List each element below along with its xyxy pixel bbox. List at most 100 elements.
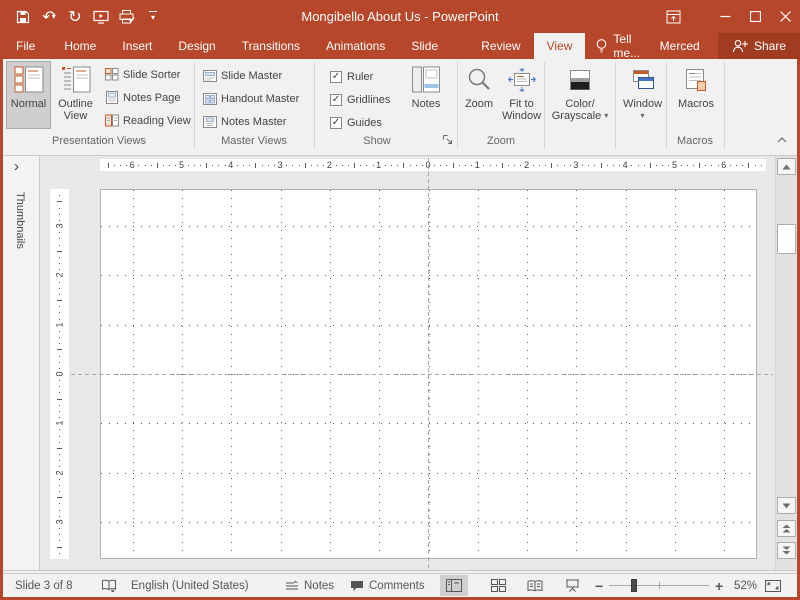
ruler-tick xyxy=(613,165,614,166)
ruler-tick xyxy=(59,417,60,418)
notes-master-icon xyxy=(203,116,217,128)
ruler-tick xyxy=(126,165,127,166)
ruler-tick xyxy=(59,528,60,529)
ruler-tick xyxy=(57,448,62,449)
tab-slide-show[interactable]: Slide Show xyxy=(398,33,468,59)
reading-view-button[interactable]: Reading View xyxy=(102,110,191,131)
ruler-checkbox[interactable]: ✓ xyxy=(330,71,342,83)
fit-to-window-button[interactable]: Fit to Window xyxy=(499,61,544,129)
status-reading-view-button[interactable] xyxy=(521,575,549,596)
tab-animations[interactable]: Animations xyxy=(313,33,398,59)
undo-button[interactable]: ↶▾ xyxy=(36,4,62,30)
notes-toggle-button[interactable]: Notes xyxy=(285,574,334,597)
status-normal-view-button[interactable] xyxy=(440,575,468,596)
fit-slide-to-window-button[interactable] xyxy=(765,574,781,597)
ruler-tick xyxy=(631,165,632,166)
window-button[interactable]: Window ▾ xyxy=(619,61,666,129)
zoom-percent[interactable]: 52% xyxy=(734,574,757,597)
ruler-tick xyxy=(446,165,447,166)
tell-me-label: Tell me... xyxy=(613,32,643,60)
scroll-up-button[interactable] xyxy=(777,158,796,175)
notes-page-button[interactable]: Notes Page xyxy=(102,87,180,108)
ruler-tick xyxy=(705,165,706,166)
ruler-tick xyxy=(323,165,324,166)
outline-view-button[interactable]: Outline View xyxy=(52,61,99,129)
notes-page-icon xyxy=(105,91,119,104)
slide-sorter-button[interactable]: Slide Sorter xyxy=(102,64,180,85)
share-button[interactable]: Share xyxy=(718,33,800,59)
close-button[interactable] xyxy=(770,0,800,33)
guides-checkbox[interactable]: ✓ xyxy=(330,117,342,129)
thumbnails-pane-label[interactable]: Thumbnails xyxy=(14,192,26,249)
ribbon-display-options-button[interactable] xyxy=(658,0,688,33)
zoom-slider-track[interactable] xyxy=(609,585,709,586)
thumbnails-pane-collapsed: › Thumbnails xyxy=(3,156,40,570)
ruler-tick xyxy=(373,165,374,166)
status-slideshow-button[interactable] xyxy=(558,575,586,596)
undo-dropdown-caret-icon[interactable]: ▾ xyxy=(52,12,56,21)
slide-master-icon xyxy=(203,70,217,82)
maximize-button[interactable] xyxy=(740,0,770,33)
vertical-guide[interactable] xyxy=(428,158,429,568)
slide-master-button[interactable]: Slide Master xyxy=(200,65,282,86)
tab-file[interactable]: File xyxy=(0,33,51,59)
customize-qat-button[interactable]: ▾ xyxy=(140,4,166,30)
gridlines-checkbox[interactable]: ✓ xyxy=(330,94,342,106)
ruler-tick xyxy=(249,165,250,166)
horizontal-ruler[interactable]: 6543210123456 xyxy=(100,159,766,171)
ruler-tick xyxy=(440,165,441,166)
zoom-in-button[interactable]: + xyxy=(715,574,723,597)
account-name[interactable]: Merced Fl... xyxy=(652,33,714,59)
ruler-tick xyxy=(508,165,509,166)
language-status[interactable]: English (United States) xyxy=(131,574,249,597)
zoom-button[interactable]: Zoom xyxy=(460,61,498,129)
scrollbar-thumb[interactable] xyxy=(777,224,796,254)
previous-slide-icon xyxy=(782,524,791,533)
tab-view[interactable]: View xyxy=(534,33,586,59)
fit-to-window-icon xyxy=(507,65,537,95)
minimize-button[interactable] xyxy=(710,0,740,33)
tab-review[interactable]: Review xyxy=(468,33,533,59)
status-bar: Slide 3 of 8 English (United States) Not… xyxy=(3,574,797,597)
guides-checkbox-row[interactable]: ✓ Guides xyxy=(330,113,382,133)
ruler-tick xyxy=(336,165,337,166)
redo-button[interactable]: ↻ xyxy=(62,4,88,30)
comments-toggle-button[interactable]: Comments xyxy=(350,574,425,597)
ruler-tick xyxy=(681,165,682,166)
vertical-ruler[interactable]: 3210123 xyxy=(50,189,69,559)
vertical-scrollbar[interactable] xyxy=(775,156,797,570)
notes-master-button[interactable]: Notes Master xyxy=(200,111,286,132)
ruler-tick xyxy=(545,165,546,166)
macros-button[interactable]: Macros xyxy=(670,61,722,129)
zoom-out-button[interactable]: − xyxy=(595,574,603,597)
ruler-tick xyxy=(59,516,60,517)
tab-transitions[interactable]: Transitions xyxy=(229,33,313,59)
spellcheck-status-button[interactable] xyxy=(101,574,117,597)
start-from-beginning-button[interactable] xyxy=(88,4,114,30)
ruler-tick xyxy=(59,362,60,363)
previous-slide-button[interactable] xyxy=(777,520,796,537)
save-button[interactable] xyxy=(10,4,36,30)
scroll-down-button[interactable] xyxy=(777,497,796,514)
notes-button[interactable]: Notes xyxy=(405,61,447,129)
collapse-ribbon-button[interactable] xyxy=(773,133,791,147)
print-preview-button[interactable] xyxy=(114,4,140,30)
horizontal-guide[interactable] xyxy=(71,374,773,375)
gridlines-checkbox-row[interactable]: ✓ Gridlines xyxy=(330,90,390,110)
tab-design[interactable]: Design xyxy=(165,33,228,59)
tab-insert[interactable]: Insert xyxy=(109,33,165,59)
ruler-tick xyxy=(120,165,121,166)
ruler-checkbox-row[interactable]: ✓ Ruler xyxy=(330,67,373,87)
color-grayscale-button[interactable]: Color/ Grayscale ▾ xyxy=(548,61,612,129)
status-slide-sorter-icon xyxy=(491,579,506,592)
next-slide-button[interactable] xyxy=(777,542,796,559)
normal-view-button[interactable]: Normal xyxy=(6,61,51,129)
status-slide-sorter-button[interactable] xyxy=(484,575,512,596)
tell-me-box[interactable]: Tell me... xyxy=(587,33,651,59)
show-dialog-launcher-button[interactable] xyxy=(443,135,455,147)
slide-indicator[interactable]: Slide 3 of 8 xyxy=(15,574,73,597)
zoom-slider-thumb[interactable] xyxy=(631,579,637,592)
tab-home[interactable]: Home xyxy=(51,33,109,59)
expand-thumbnails-chevron-icon[interactable]: › xyxy=(14,158,19,175)
handout-master-button[interactable]: Handout Master xyxy=(200,88,299,109)
